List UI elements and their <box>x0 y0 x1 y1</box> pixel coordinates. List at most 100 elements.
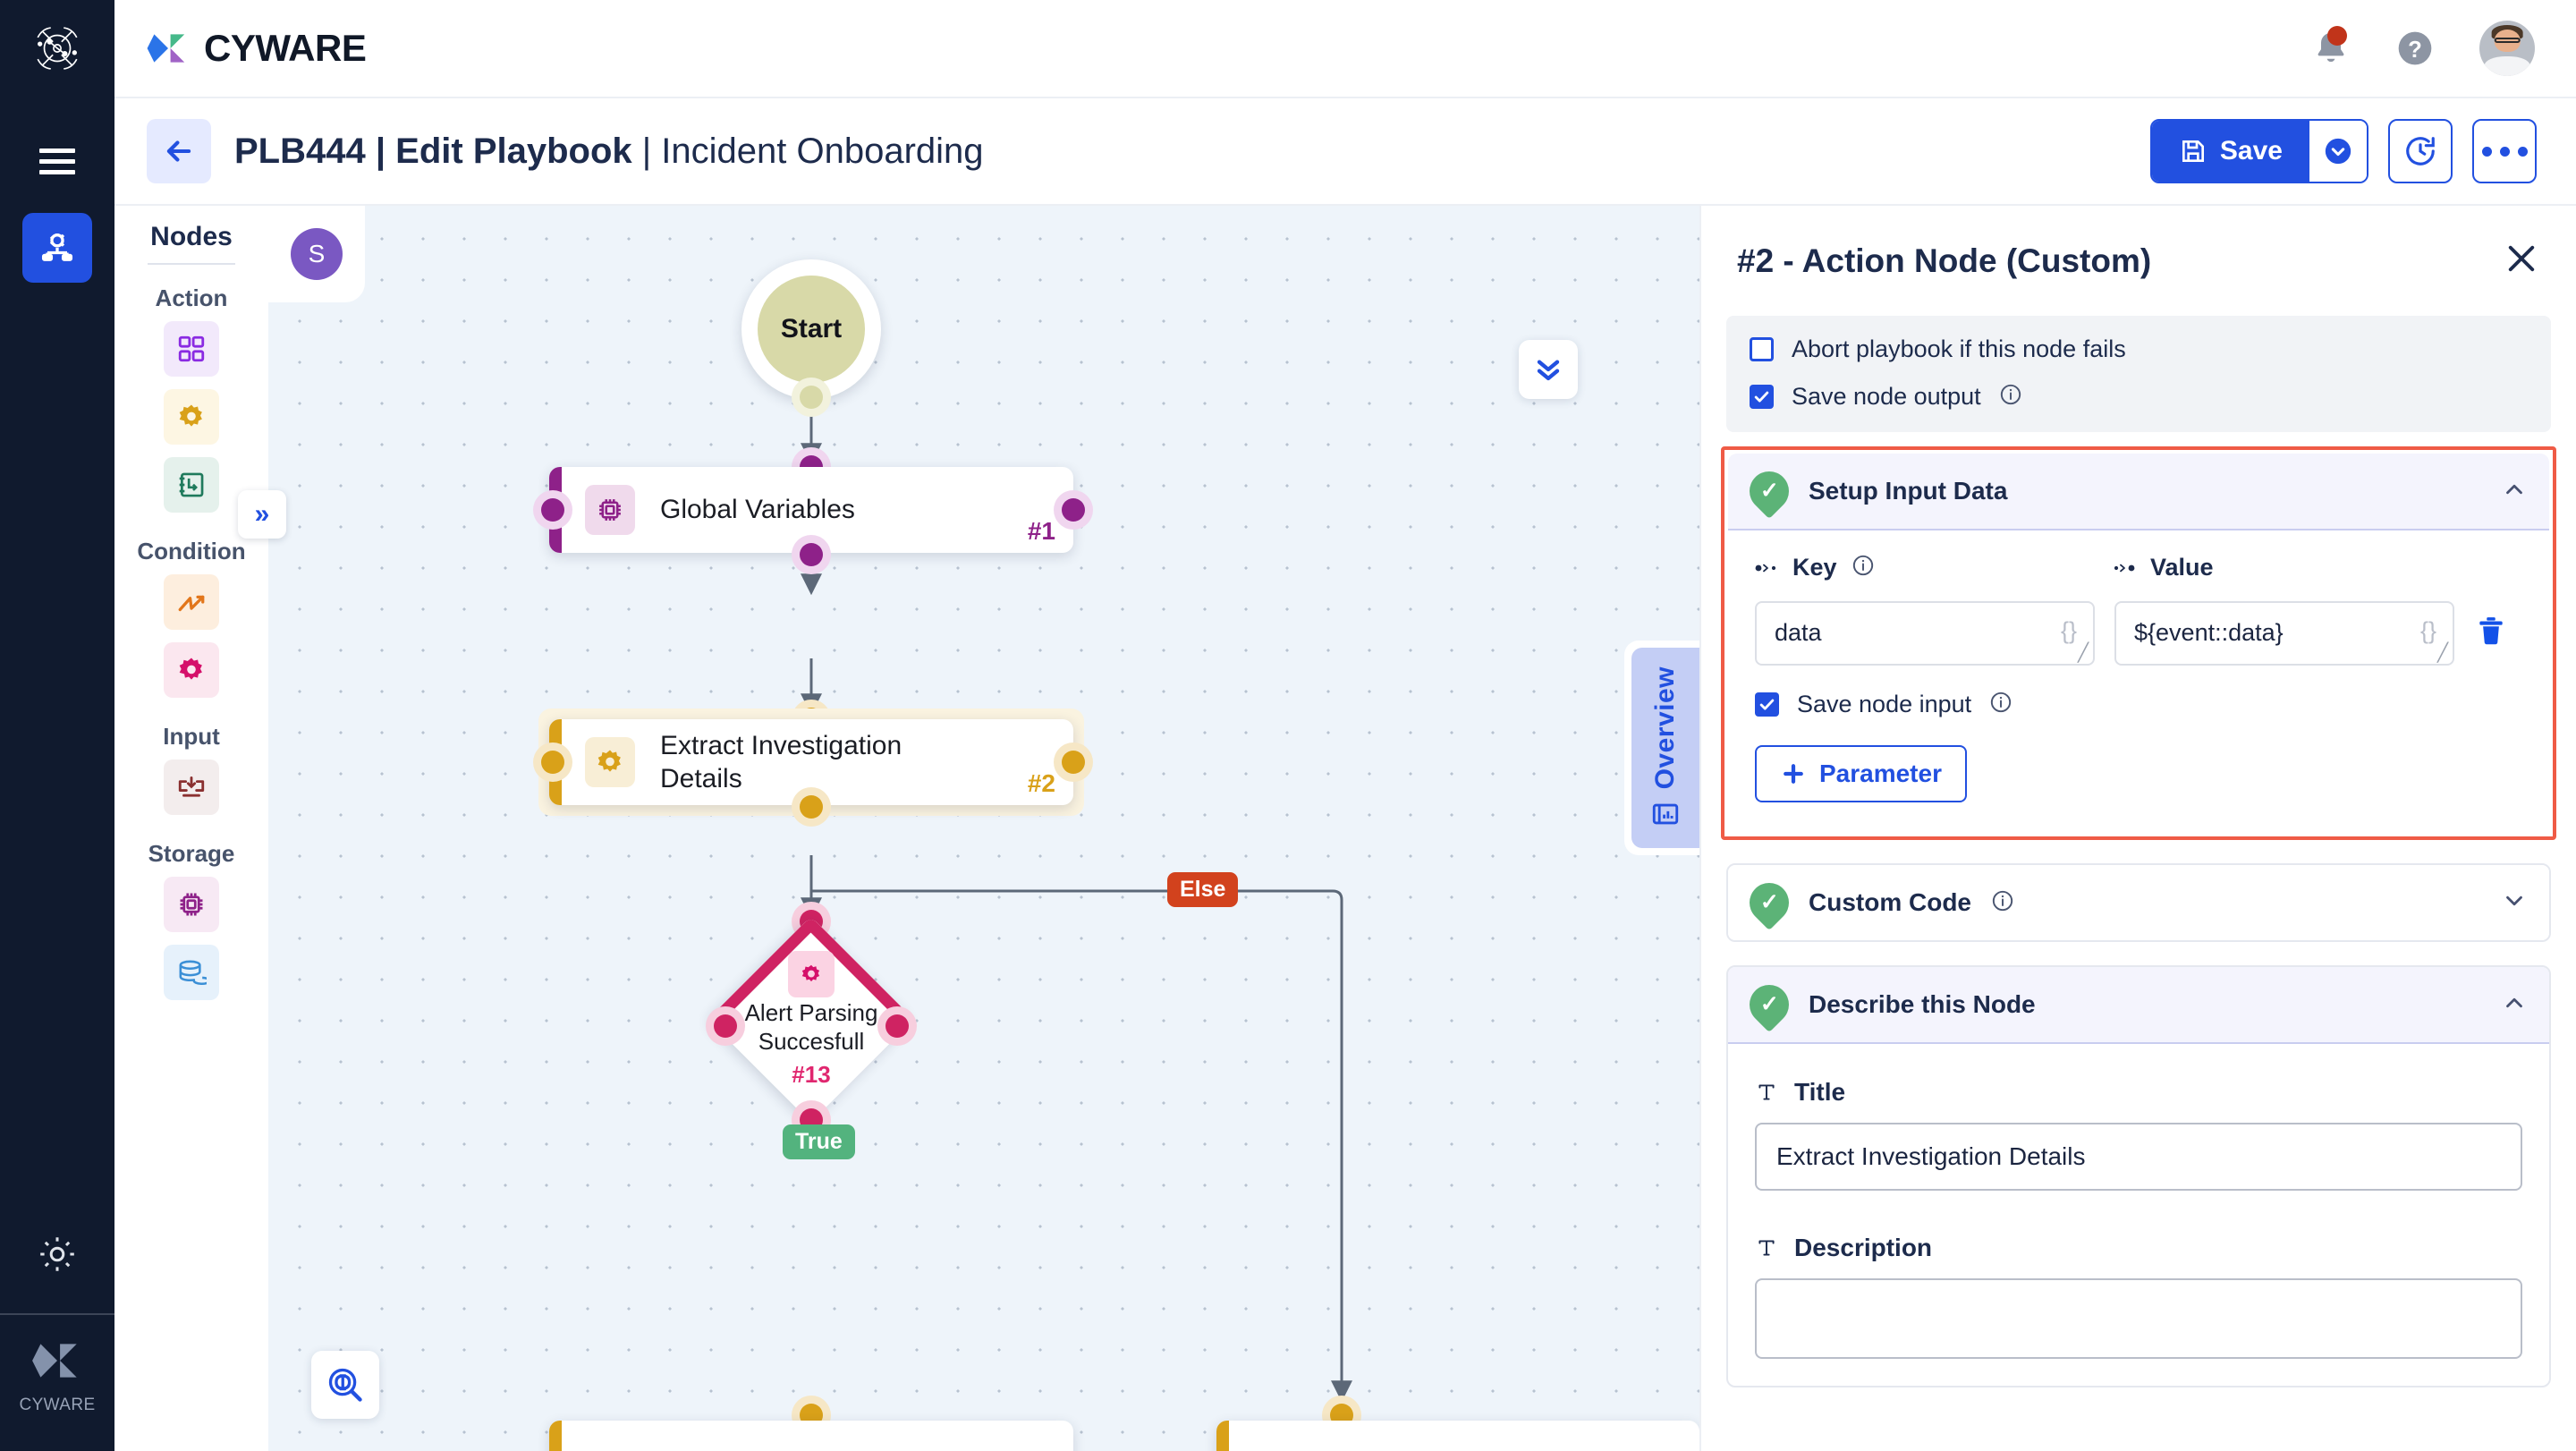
save-button[interactable]: Save <box>2151 121 2309 182</box>
info-icon[interactable] <box>1989 691 2012 718</box>
close-x-icon <box>2508 245 2535 272</box>
key-input[interactable]: data {} ╱ <box>1755 601 2095 666</box>
collapse-panel-button[interactable] <box>1519 340 1578 399</box>
gear-icon <box>788 951 835 998</box>
key-input-value: data <box>1775 619 1822 646</box>
node-palette: Nodes Action Condition Input Storage <box>114 206 268 1451</box>
brand-logo[interactable]: CYWARE <box>145 25 367 72</box>
flow-node-number: #13 <box>792 1060 831 1088</box>
bell-icon[interactable] <box>2311 26 2351 68</box>
app-grid-icon <box>178 335 205 362</box>
title-input[interactable]: Extract Investigation Details <box>1755 1123 2522 1191</box>
section-title: Setup Input Data <box>1809 477 2008 505</box>
resize-grip-icon[interactable]: ╱ <box>2078 644 2089 662</box>
left-nav-rail: CYWARE <box>0 0 114 1451</box>
value-input[interactable]: ${event::data} {} ╱ <box>2114 601 2454 666</box>
ellipsis-icon <box>2481 146 2528 157</box>
flow-node-start-label: Start <box>758 276 865 383</box>
add-parameter-label: Parameter <box>1819 759 1942 787</box>
edge-label-else[interactable]: Else <box>1167 872 1239 907</box>
save-node-output-checkbox[interactable] <box>1750 385 1774 409</box>
back-button[interactable] <box>147 119 211 183</box>
start-badge[interactable]: S <box>268 206 365 302</box>
chevron-up-icon[interactable] <box>2501 989 2528 1021</box>
save-node-input-checkbox[interactable] <box>1755 692 1779 717</box>
sidebar-item-settings[interactable] <box>0 1233 114 1276</box>
palette-tile-user-input[interactable] <box>164 759 219 815</box>
port-n2-left[interactable] <box>533 742 572 782</box>
chip-icon <box>585 485 635 535</box>
gear-icon <box>585 737 635 787</box>
section-title: Describe this Node <box>1809 990 2036 1018</box>
chevron-down-icon[interactable] <box>2501 887 2528 919</box>
port-n2-out[interactable] <box>792 787 831 827</box>
port-n1-right[interactable] <box>1054 490 1093 530</box>
title-input-value: Extract Investigation Details <box>1776 1142 2086 1170</box>
version-history-button[interactable] <box>2388 119 2453 183</box>
node-options-box: Abort playbook if this node fails Save n… <box>1726 316 2551 432</box>
avatar[interactable] <box>2479 21 2535 76</box>
chevron-up-icon[interactable] <box>2501 476 2528 507</box>
more-options-button[interactable] <box>2472 119 2537 183</box>
playbook-canvas[interactable]: S Overview Start Global Variables #1 Ext… <box>268 206 1699 1451</box>
custom-action-gear-icon <box>179 404 202 427</box>
overview-tab-label: Overview <box>1650 666 1680 790</box>
port-n2-right[interactable] <box>1054 742 1093 782</box>
key-column-header: Key <box>1755 554 2113 581</box>
palette-expand-button[interactable]: » <box>238 490 286 539</box>
section-header-setup-input-data[interactable]: ✓ Setup Input Data <box>1728 454 2549 529</box>
edge-label-true[interactable]: True <box>783 1124 855 1159</box>
palette-tile-custom-condition[interactable] <box>164 642 219 698</box>
value-column-header: Value <box>2113 554 2214 581</box>
palette-group-condition-label: Condition <box>137 538 246 564</box>
palette-tile-app-grid[interactable] <box>164 321 219 377</box>
section-status-check-icon: ✓ <box>1741 462 1798 520</box>
key-braces-toggle[interactable]: {} <box>2061 617 2077 645</box>
rail-brand-name: CYWARE <box>19 1396 96 1414</box>
port-n13-left[interactable] <box>706 1006 745 1046</box>
delete-parameter-button[interactable] <box>2474 614 2508 652</box>
palette-tile-database[interactable] <box>164 945 219 1000</box>
fit-to-view-button[interactable] <box>311 1351 379 1419</box>
custom-condition-gear-icon <box>179 658 202 680</box>
option-abort-playbook[interactable]: Abort playbook if this node fails <box>1750 335 2528 363</box>
port-n13-right[interactable] <box>877 1006 917 1046</box>
palette-tile-global-variables[interactable] <box>164 877 219 932</box>
brand-name: CYWARE <box>204 27 367 69</box>
global-variables-chip-icon <box>180 893 203 916</box>
description-input[interactable] <box>1755 1278 2522 1359</box>
resize-grip-icon[interactable]: ╱ <box>2437 644 2448 662</box>
key-header-label: Key <box>1792 554 1837 581</box>
palette-tile-custom-action[interactable] <box>164 389 219 445</box>
info-icon[interactable] <box>1999 383 2022 411</box>
sidebar-item-orchestrate[interactable] <box>22 213 92 283</box>
flow-node-true-branch[interactable] <box>549 1421 1073 1451</box>
overview-tab[interactable]: Overview <box>1624 641 1699 855</box>
add-parameter-button[interactable]: Parameter <box>1755 745 1967 802</box>
page-header-actions: Save <box>2149 119 2537 183</box>
save-dropdown-button[interactable] <box>2309 121 2367 182</box>
title-field-label: Title <box>1794 1078 1846 1106</box>
palette-tile-sub-playbook[interactable] <box>164 457 219 513</box>
abort-playbook-checkbox[interactable] <box>1750 337 1774 361</box>
flow-node-label: Extract Investigation Details <box>660 730 902 794</box>
close-panel-button[interactable] <box>2503 240 2540 282</box>
palette-group-input-label: Input <box>163 723 220 750</box>
info-icon[interactable] <box>1852 554 1875 581</box>
section-header-custom-code[interactable]: ✓ Custom Code <box>1728 865 2549 940</box>
save-button-label: Save <box>2219 136 2283 165</box>
option-save-node-input[interactable]: Save node input <box>1755 691 2522 718</box>
port-start-out[interactable] <box>792 378 831 417</box>
decision-branch-icon <box>178 595 205 612</box>
cyware-logo-icon <box>147 34 185 63</box>
menu-hamburger-icon[interactable] <box>29 141 86 181</box>
option-save-node-output[interactable]: Save node output <box>1750 383 2528 411</box>
section-header-describe-this-node[interactable]: ✓ Describe this Node <box>1728 967 2549 1042</box>
info-icon[interactable] <box>1991 889 2014 917</box>
port-n1-left[interactable] <box>533 490 572 530</box>
question-mark-icon[interactable]: ? <box>2395 29 2435 68</box>
port-n1-out[interactable] <box>792 535 831 574</box>
palette-tile-decision[interactable] <box>164 574 219 630</box>
value-braces-toggle[interactable]: {} <box>2420 617 2436 645</box>
flow-node-else-branch[interactable] <box>1216 1421 1699 1451</box>
